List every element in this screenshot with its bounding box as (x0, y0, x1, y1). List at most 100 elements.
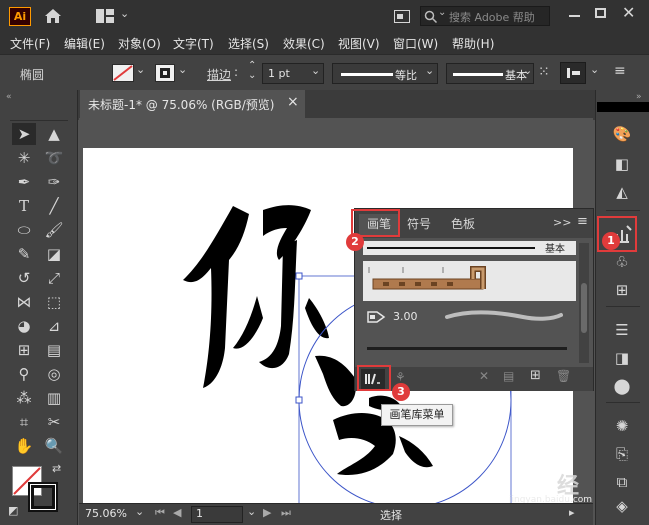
next-artboard-icon[interactable]: ▶ (263, 506, 271, 519)
zoom-level[interactable]: 75.06% (85, 507, 127, 520)
mesh-tool-icon[interactable]: ⊞ (12, 339, 36, 361)
rotate-tool-icon[interactable]: ↺ (12, 267, 36, 289)
status-arrow-icon[interactable]: ▸ (569, 506, 575, 519)
selection-tool-icon[interactable]: ➤ (12, 123, 36, 145)
last-artboard-icon[interactable]: ⏭ (281, 506, 291, 520)
menu-effect[interactable]: 效果(C) (283, 35, 325, 52)
document-tab[interactable]: 未标题-1* @ 75.06% (RGB/预览) × (80, 90, 305, 118)
previous-artboard-icon[interactable]: ◀ (173, 506, 181, 519)
lasso-tool-icon[interactable]: ➰ (42, 147, 66, 169)
scale-tool-icon[interactable]: ⤢ (42, 267, 66, 289)
brush-item-charcoal[interactable] (363, 335, 576, 361)
brush-definition-dropdown[interactable]: 基本 ⌄ (446, 63, 534, 84)
layers-panel-icon[interactable]: ◈ (609, 494, 635, 518)
menu-select[interactable]: 选择(S) (228, 35, 269, 52)
variable-width-profile[interactable]: 等比 ⌄ (332, 63, 438, 84)
free-transform-tool-icon[interactable]: ⬚ (42, 291, 66, 313)
appearance-panel-icon[interactable]: ⬤ (609, 374, 635, 398)
panel-menu-icon[interactable]: ≡ (577, 214, 588, 229)
delete-brush-icon[interactable]: 🗑 (556, 369, 571, 383)
eraser-tool-icon[interactable]: ◪ (42, 243, 66, 265)
color-guide-icon[interactable]: ◧ (609, 152, 635, 176)
brush-item-pattern[interactable] (363, 261, 576, 301)
hand-tool-icon[interactable]: ✋ (12, 435, 36, 457)
menu-type[interactable]: 文字(T) (173, 35, 214, 52)
brush-libraries-icon[interactable]: ⚘ (395, 370, 406, 384)
arrange-docs-icon[interactable] (394, 10, 410, 23)
brush-options-icon[interactable]: ▤ (503, 369, 514, 383)
stepper-arrows-icon[interactable]: ⌃ ⌄ (248, 61, 256, 81)
stroke-color-swatch[interactable] (28, 482, 58, 512)
tab-swatches[interactable]: 色板 (451, 214, 481, 236)
home-icon[interactable] (44, 8, 62, 24)
minimize-icon[interactable] (569, 15, 580, 17)
maximize-icon[interactable] (595, 8, 606, 18)
search-box[interactable]: ⌄ 搜索 Adobe 帮助 (420, 6, 550, 26)
chevron-down-icon[interactable]: ⌄ (590, 63, 599, 76)
curvature-tool-icon[interactable]: ✑ (42, 171, 66, 193)
menu-help[interactable]: 帮助(H) (452, 35, 494, 52)
artboard-number-field[interactable]: 1 (191, 506, 243, 523)
close-icon[interactable]: ✕ (622, 3, 635, 22)
chevron-down-icon[interactable]: ⌄ (247, 505, 256, 518)
transparency-panel-icon[interactable]: ◨ (609, 346, 635, 370)
panel-menu-icon[interactable]: ≡ (614, 63, 626, 79)
menu-edit[interactable]: 编辑(E) (64, 35, 105, 52)
expand-panels-icon[interactable]: » (636, 92, 642, 102)
swap-colors-icon[interactable]: ⇄ (52, 462, 61, 475)
chevron-down-icon[interactable]: ⌄ (178, 63, 187, 76)
more-tabs-icon[interactable]: >> (553, 216, 571, 229)
status-mode[interactable]: 选择 (380, 507, 402, 523)
blend-tool-icon[interactable]: ◎ (42, 363, 66, 385)
artboard-tool-icon[interactable]: ⌗ (12, 411, 36, 433)
gradient-panel-icon[interactable]: ◭ (609, 180, 635, 204)
chevron-down-icon[interactable]: ⌄ (136, 63, 145, 76)
type-tool-icon[interactable]: T (12, 195, 36, 217)
shaper-tool-icon[interactable]: ✎ (12, 243, 36, 265)
symbol-sprayer-tool-icon[interactable]: ⁂ (12, 387, 36, 409)
width-tool-icon[interactable]: ⋈ (12, 291, 36, 313)
export-icon[interactable]: ⎘ (609, 442, 635, 466)
brush-item-basic[interactable]: 基本 (363, 241, 576, 255)
swatches-panel-icon[interactable]: ⊞ (609, 278, 635, 302)
align-panel-icon[interactable]: ⧉ (609, 470, 635, 494)
gradient-tool-icon[interactable]: ▤ (42, 339, 66, 361)
column-graph-tool-icon[interactable]: ▥ (42, 387, 66, 409)
stroke-panel-icon[interactable]: ☰ (609, 318, 635, 342)
pen-tool-icon[interactable]: ✒ (12, 171, 36, 193)
menu-file[interactable]: 文件(F) (10, 35, 50, 52)
stroke-weight-field[interactable]: 1 pt ⌄ (262, 63, 324, 84)
magic-wand-tool-icon[interactable]: ✳ (12, 147, 36, 169)
paintbrush-tool-icon[interactable]: 🖌 (42, 219, 66, 241)
fill-swatch[interactable] (112, 64, 134, 82)
align-to-icon[interactable] (560, 62, 586, 84)
menu-view[interactable]: 视图(V) (338, 35, 380, 52)
color-panel-icon[interactable]: 🎨 (609, 122, 635, 146)
graphic-styles-icon[interactable]: ✺ (609, 414, 635, 438)
chevron-down-icon[interactable]: ⌄ (135, 505, 144, 518)
stroke-label[interactable]: 描边 (207, 66, 231, 83)
stroke-swatch[interactable] (155, 64, 175, 82)
remove-stroke-icon[interactable]: ✕ (479, 369, 489, 383)
chevron-down-icon[interactable]: ⌄ (120, 7, 129, 20)
ellipse-tool-icon[interactable]: ⬭ (12, 219, 36, 241)
menu-object[interactable]: 对象(O) (118, 35, 161, 52)
scrollbar[interactable] (579, 243, 589, 363)
recolor-artwork-icon[interactable]: ⁙ (538, 64, 550, 80)
symbols-panel-icon[interactable]: ♧ (609, 250, 635, 274)
default-colors-icon[interactable]: ◩ (8, 504, 18, 517)
perspective-grid-tool-icon[interactable]: ⊿ (42, 315, 66, 337)
slice-tool-icon[interactable]: ✂ (42, 411, 66, 433)
close-tab-icon[interactable]: × (287, 94, 299, 110)
first-artboard-icon[interactable]: ⏮ (155, 506, 165, 520)
direct-selection-tool-icon[interactable]: ▲ (42, 123, 66, 145)
brush-item-calligraphic[interactable]: 3.00 (363, 303, 576, 331)
line-tool-icon[interactable]: ╱ (42, 195, 66, 217)
new-brush-icon[interactable]: ⊞ (530, 368, 541, 383)
zoom-tool-icon[interactable]: 🔍 (42, 435, 66, 457)
shape-builder-tool-icon[interactable]: ◕ (12, 315, 36, 337)
menu-window[interactable]: 窗口(W) (393, 35, 438, 52)
collapse-icon[interactable]: « (6, 92, 12, 102)
workspace-layout-icon[interactable] (96, 9, 116, 23)
eyedropper-tool-icon[interactable]: ⚲ (12, 363, 36, 385)
